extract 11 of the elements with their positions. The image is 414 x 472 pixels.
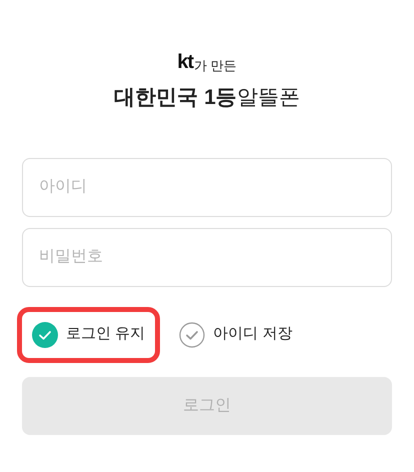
check-icon: [179, 322, 206, 348]
checkbox-option[interactable]: 로그인 유지: [17, 306, 160, 362]
check-icon: [32, 322, 58, 348]
input-field[interactable]: 비밀번호: [22, 228, 392, 286]
option-label: 아이디 저장: [213, 324, 292, 344]
page-title: 대한민국 1등알뜰폰: [114, 85, 300, 111]
option-label: 로그인 유지: [66, 324, 146, 344]
brand-tagline: 가 만든: [194, 59, 237, 72]
checkbox-option[interactable]: 아이디 저장: [164, 306, 308, 362]
brand-logo: kt: [177, 52, 194, 72]
input-field[interactable]: 아이디: [22, 158, 392, 216]
